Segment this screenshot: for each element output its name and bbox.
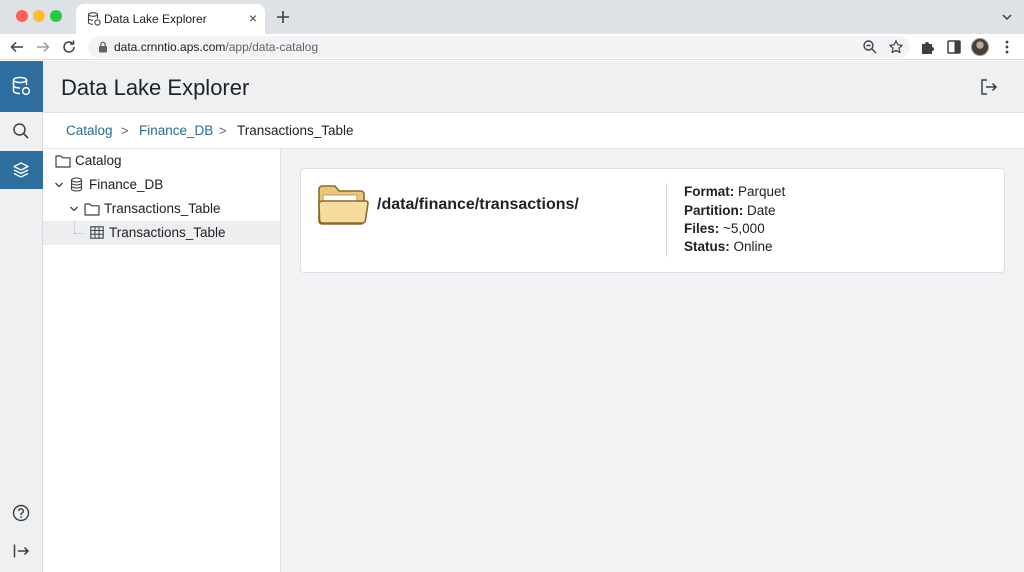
- sidebar-panel-icon[interactable]: [945, 38, 963, 56]
- window-zoom-button[interactable]: [50, 10, 62, 22]
- layers-icon: [13, 162, 29, 178]
- app-header: Data Lake Explorer: [43, 61, 1024, 113]
- breadcrumb-separator: >: [219, 123, 227, 138]
- rail-layers-button[interactable]: [0, 151, 43, 189]
- chevron-down-icon[interactable]: [54, 180, 64, 190]
- browser-toolbar: data.crnntio.aps.com/app/data-catalog: [0, 34, 1024, 60]
- property-status: Status: Online: [684, 239, 773, 254]
- tree-item-label: Transactions_Table: [104, 201, 221, 216]
- database-icon: [87, 12, 101, 26]
- address-bar[interactable]: data.crnntio.aps.com/app/data-catalog: [88, 36, 910, 58]
- tree-item-finance-db[interactable]: Finance_DB: [43, 173, 280, 197]
- chevron-down-icon[interactable]: [998, 8, 1016, 26]
- tree-item-label: Transactions_Table: [109, 225, 226, 240]
- tree-item-catalog[interactable]: Catalog: [43, 149, 280, 173]
- breadcrumb-finance-db[interactable]: Finance_DB: [139, 123, 213, 138]
- window-close-button[interactable]: [16, 10, 28, 22]
- database-icon: [12, 76, 31, 96]
- browser-tabstrip: Data Lake Explorer ×: [0, 0, 1024, 34]
- folder-icon: [55, 155, 71, 168]
- breadcrumb: Catalog > Finance_DB > Transactions_Tabl…: [43, 113, 1024, 149]
- tree-item-label: Finance_DB: [89, 177, 164, 192]
- rail-search-button[interactable]: [0, 112, 43, 150]
- rail-logout-button[interactable]: [0, 532, 43, 570]
- breadcrumb-current: Transactions_Table: [237, 123, 354, 138]
- tree-item-label: Catalog: [75, 153, 122, 168]
- tab-title: Data Lake Explorer: [104, 12, 207, 26]
- app-logo[interactable]: [0, 61, 43, 112]
- extensions-puzzle-icon[interactable]: [919, 38, 937, 56]
- property-partition: Partition: Date: [684, 203, 776, 218]
- help-icon: [12, 504, 30, 522]
- window-minimize-button[interactable]: [33, 10, 45, 22]
- back-arrow-icon[interactable]: [8, 38, 26, 56]
- tree-item-transactions-table[interactable]: Transactions_Table: [43, 221, 280, 245]
- zoom-icon[interactable]: [862, 39, 878, 55]
- open-folder-icon: [318, 185, 369, 225]
- more-vert-icon[interactable]: [998, 38, 1016, 56]
- sign-out-icon[interactable]: [978, 77, 998, 97]
- lock-icon[interactable]: [98, 41, 108, 53]
- star-icon[interactable]: [888, 39, 904, 55]
- card-divider: [666, 183, 667, 257]
- tree-item-transactions-folder[interactable]: Transactions_Table: [43, 197, 280, 221]
- new-tab-icon[interactable]: [273, 7, 293, 27]
- database-icon: [70, 177, 83, 192]
- table-icon: [90, 226, 104, 239]
- property-format: Format: Parquet: [684, 184, 786, 199]
- main-content: /data/finance/transactions/ Format: Parq…: [281, 149, 1024, 572]
- url-text: data.crnntio.aps.com/app/data-catalog: [114, 40, 319, 54]
- rail-help-button[interactable]: [0, 494, 43, 532]
- property-files: Files: ~5,000: [684, 221, 765, 236]
- dataset-details-card: /data/finance/transactions/ Format: Parq…: [300, 168, 1005, 273]
- reload-icon[interactable]: [60, 38, 78, 56]
- tree-guide-line: [74, 233, 84, 234]
- page-title: Data Lake Explorer: [61, 75, 250, 100]
- tree-guide-line: [74, 221, 75, 233]
- icon-rail: [0, 61, 43, 572]
- logout-icon: [13, 544, 30, 558]
- folder-icon: [84, 203, 100, 216]
- dataset-path: /data/finance/transactions/: [377, 196, 579, 213]
- forward-arrow-icon[interactable]: [34, 38, 52, 56]
- breadcrumb-catalog[interactable]: Catalog: [66, 123, 113, 138]
- breadcrumb-separator: >: [121, 123, 129, 138]
- catalog-tree: Catalog Finance_DB Transactions_Table Tr…: [43, 149, 281, 572]
- tab-close-button[interactable]: ×: [244, 9, 262, 27]
- profile-avatar[interactable]: [971, 38, 989, 56]
- chevron-down-icon[interactable]: [69, 204, 79, 214]
- browser-tab[interactable]: Data Lake Explorer ×: [76, 4, 265, 34]
- search-icon: [13, 123, 29, 139]
